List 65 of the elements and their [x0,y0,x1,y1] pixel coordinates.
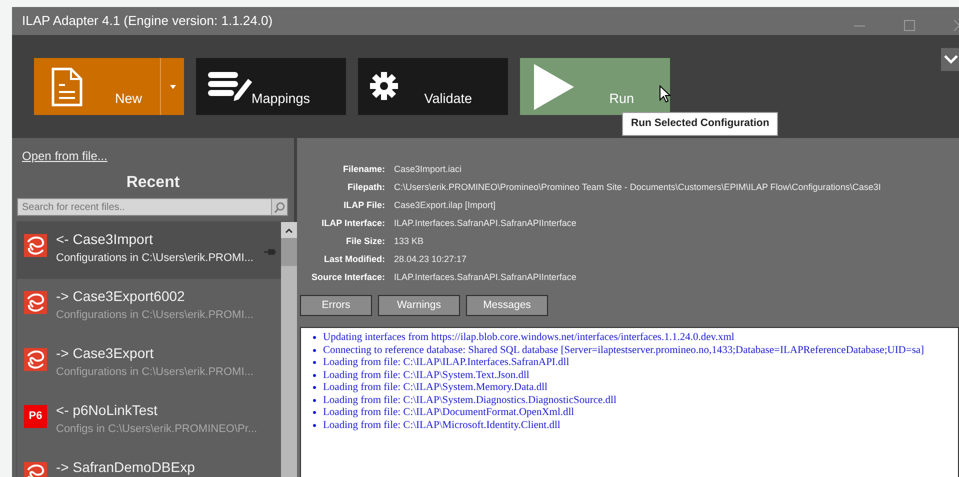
detail-value: ILAP.Interfaces.SafranAPI.SafranAPIInterface [394,271,576,284]
log-line: Loading from file: C:\ILAP\System.Diagnostics.DiagnosticSource.dll [323,394,616,406]
document-icon [51,67,83,107]
bullet-icon [313,386,316,390]
search-input[interactable]: Search for recent files.. [18,199,271,215]
recent-item[interactable]: -> Case3Export Configurations in C:\Users\erik.PROMI... [17,336,281,393]
detail-value: C:\Users\erik.PROMINEO\Promineo\Promineo Team Site - Documents\Customers\EPIM\ILAP Flow\Configurations\Case3I [394,181,881,194]
log-line: Loading from file: C:\ILAP\System.Text.Json.dll [323,370,530,380]
log-line: Updating interfaces from https://ilap.blob.core.windows.net/interfaces/interfaces.1.1.24.0.dev.xml [323,332,734,343]
bullet-icon [313,374,316,377]
detail-label: ILAP Interface: [320,217,385,230]
recent-item[interactable]: P6 <- p6NoLinkTest Configs in C:\Users\erik.PROMINEO\Pr... [17,393,281,450]
detail-value: 28.04.23 10:27:17 [394,253,467,266]
collapse-button[interactable] [941,48,959,71]
recent-item[interactable]: -> Case3Export6002 Configurations in C:\Users\erik.PROMI... [17,279,281,336]
log-tab[interactable]: Warnings [378,295,460,316]
detail-label: Filename: [342,163,385,176]
play-icon [533,63,575,111]
swirl-logo-icon [24,234,47,258]
chevron-up-icon [285,228,293,232]
bullet-icon [313,411,316,414]
detail-value: Case3Import.iaci [394,163,462,176]
log-line: Loading from file: C:\ILAP\Microsoft.Identity.Client.dll [323,420,560,430]
detail-label: File Size: [344,235,385,248]
bullet-icon [313,348,316,352]
log-tab[interactable]: Messages [466,295,548,316]
recent-item[interactable]: <- Case3Import Configurations in C:\Users\erik.PROMI... [17,222,281,279]
log-line: Loading from file: C:\ILAP\DocumentFormat.OpenXml.dll [323,407,574,418]
open-from-file-link[interactable]: Open from file... [12,138,108,165]
chevron-down-icon [944,55,958,64]
maximize-icon[interactable] [904,20,915,32]
search-field[interactable]: Search for recent files.. [17,198,288,216]
log-tab[interactable]: Errors [300,295,372,316]
detail-label: ILAP File: [342,199,385,212]
log-line: Connecting to reference database: Shared SQL database [Server=ilaptestserver.promineo.no,1433;Database=ILAPReferenceDatabase;UID=sa] [323,344,924,356]
recent-heading: Recent [125,173,181,193]
detail-value: ILAP.Interfaces.SafranAPI.SafranAPIInterface [394,217,576,230]
swirl-logo-icon [24,291,47,314]
mappings-button[interactable]: Mappings [196,58,346,115]
run-button[interactable]: Run [520,58,670,115]
detail-label: Filepath: [346,181,385,194]
scrollbar[interactable] [281,222,297,477]
detail-value: 133 KB [394,235,424,248]
log-line: Loading from file: C:\ILAP\System.Memory.Data.dll [323,382,548,393]
detail-label: Last Modified: [323,253,385,266]
bullet-icon [313,398,316,402]
detail-label: Source Interface: [310,271,385,284]
window-title: ILAP Adapter 4.1 (Engine version: 1.1.24.0) [22,12,273,30]
validate-button[interactable]: Validate [358,58,508,115]
bullet-icon [313,424,316,427]
cursor-icon [659,84,671,103]
scrollbar-thumb[interactable] [281,238,297,266]
new-button[interactable]: New [34,58,184,115]
tooltip: Run Selected Configuration [622,112,778,136]
log-line: Loading from file: C:\ILAP\ILAP.Interfaces.SafranAPI.dll [323,357,570,368]
detail-value: Case3Export.ilap [Import] [394,199,496,212]
recent-item[interactable]: -> SafranDemoDBExp [17,450,281,477]
bullet-icon [313,361,316,364]
gear-icon [370,72,398,100]
p6-logo: P6 [24,405,47,428]
swirl-logo-icon [24,348,47,372]
bullet-icon [313,336,316,340]
caret-icon[interactable] [170,84,176,88]
list-pencil-icon [208,72,254,102]
search-icon [274,202,285,212]
